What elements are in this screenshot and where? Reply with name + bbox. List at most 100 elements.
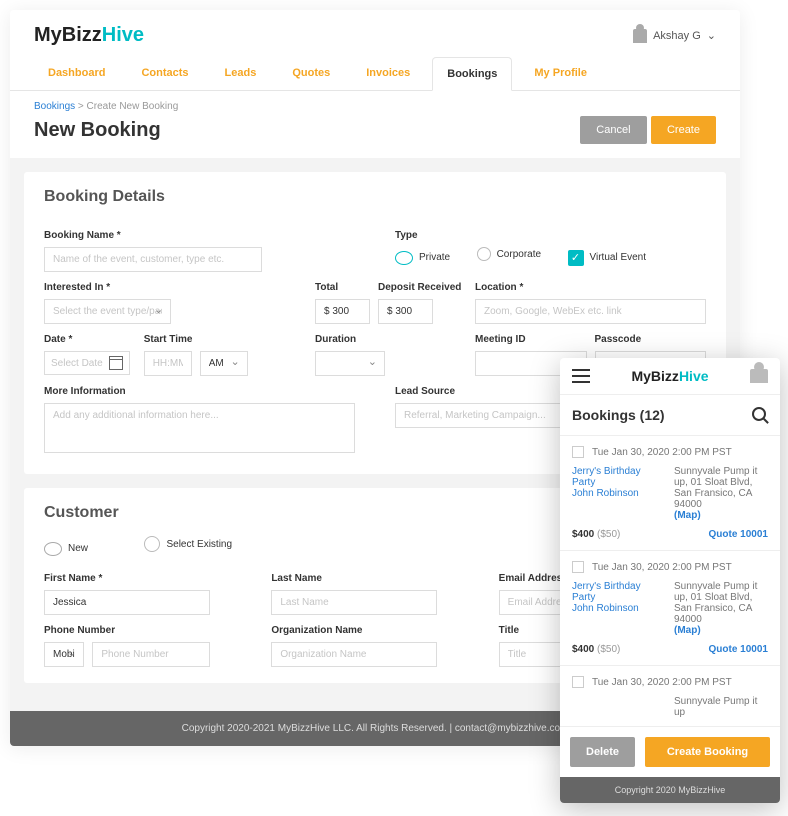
title-bar: New Booking Cancel Create [10,116,740,158]
tab-invoices[interactable]: Invoices [352,57,424,90]
phone-label: Phone Number [44,625,251,636]
mobile-page-title: Bookings (12) [572,407,665,423]
type-private-label: Private [419,252,450,263]
map-link[interactable]: (Map) [674,510,701,521]
last-name-label: Last Name [271,573,478,584]
mobile-actions: Delete Create Booking [560,726,780,777]
booking-date: Tue Jan 30, 2020 2:00 PM PST [592,447,732,458]
booking-date: Tue Jan 30, 2020 2:00 PM PST [592,562,732,573]
breadcrumb-root[interactable]: Bookings [34,101,75,112]
location-label: Location * [475,282,706,293]
booking-name-label: Booking Name * [44,230,355,241]
type-corporate-label: Corporate [497,249,541,260]
passcode-label: Passcode [595,334,707,345]
menu-icon[interactable] [572,369,590,383]
check-icon: ✓ [568,250,584,266]
booking-item[interactable]: Tue Jan 30, 2020 2:00 PM PST Jerry's Bir… [560,551,780,666]
date-label: Date * [44,334,130,345]
cancel-button[interactable]: Cancel [580,116,646,144]
first-name-input[interactable] [44,590,210,615]
org-input[interactable] [271,642,437,667]
search-icon[interactable] [752,407,768,423]
meeting-id-label: Meeting ID [475,334,587,345]
customer-existing[interactable]: Select Existing [144,536,232,552]
phone-type-select[interactable]: Mobile [44,642,84,667]
customer-new[interactable]: New [44,542,88,556]
user-icon[interactable] [750,369,768,383]
more-info-label: More Information [44,386,355,397]
checkbox[interactable] [572,676,584,688]
event-link[interactable]: Jerry's Birthday Party [572,581,666,603]
checkbox[interactable] [572,446,584,458]
tab-dashboard[interactable]: Dashboard [34,57,119,90]
bookings-list[interactable]: Tue Jan 30, 2020 2:00 PM PST Jerry's Bir… [560,436,780,726]
deposit-input[interactable] [378,299,433,324]
interested-select[interactable]: Select the event type/package [44,299,171,324]
mobile-header: MyBizzHive [560,358,780,395]
start-time-input[interactable] [144,351,192,376]
org-label: Organization Name [271,625,478,636]
price: $400 ($50) [572,644,620,655]
type-virtual-label: Virtual Event [590,252,647,263]
mobile-footer: Copyright 2020 MyBizzHive [560,777,780,803]
customer-existing-label: Select Existing [166,539,232,550]
quote-link[interactable]: Quote 10001 [709,644,768,655]
booking-name-input[interactable] [44,247,262,272]
page-title: New Booking [34,119,161,142]
user-name: Akshay G [653,30,701,42]
deposit-label: Deposit Received [378,282,461,293]
location-input[interactable] [475,299,706,324]
create-button[interactable]: Create [651,116,716,144]
tab-bookings[interactable]: Bookings [432,57,512,91]
logo-part-a: MyBizz [34,24,102,46]
breadcrumb-current: Create New Booking [87,101,179,112]
last-name-input[interactable] [271,590,437,615]
quote-link[interactable]: Quote 10001 [709,529,768,540]
price: $400 ($50) [572,529,620,540]
tab-contacts[interactable]: Contacts [127,57,202,90]
tab-quotes[interactable]: Quotes [278,57,344,90]
calendar-icon [109,356,123,370]
type-virtual[interactable]: ✓ Virtual Event [568,250,647,266]
address: Sunnyvale Pump it up [674,696,768,718]
ampm-select[interactable]: AM [200,351,248,376]
type-label: Type [395,230,706,241]
main-nav: Dashboard Contacts Leads Quotes Invoices… [10,57,740,91]
delete-button[interactable]: Delete [570,737,635,767]
duration-select[interactable] [315,351,385,376]
more-info-textarea[interactable] [44,403,355,453]
event-link[interactable]: Jerry's Birthday Party [572,466,666,488]
mobile-window: MyBizzHive Bookings (12) Tue Jan 30, 202… [560,358,780,803]
type-corporate[interactable]: Corporate [477,247,541,261]
phone-input[interactable] [92,642,209,667]
booking-item[interactable]: Tue Jan 30, 2020 2:00 PM PST Sunnyvale P… [560,666,780,726]
total-label: Total [315,282,370,293]
user-icon [633,29,647,43]
logo-part-b: Hive [102,24,144,46]
tab-leads[interactable]: Leads [211,57,271,90]
customer-new-label: New [68,543,88,554]
user-menu[interactable]: Akshay G ⌄ [633,29,716,43]
logo: MyBizzHive [34,24,144,47]
mobile-logo: MyBizzHive [631,368,708,384]
booking-date: Tue Jan 30, 2020 2:00 PM PST [592,677,732,688]
interested-label: Interested In * [44,282,275,293]
duration-label: Duration [315,334,435,345]
booking-item[interactable]: Tue Jan 30, 2020 2:00 PM PST Jerry's Bir… [560,436,780,551]
address: Sunnyvale Pump it up, 01 Sloat Blvd, San… [674,466,768,521]
map-link[interactable]: (Map) [674,625,701,636]
chevron-down-icon: ⌄ [707,29,716,42]
contact-link[interactable]: John Robinson [572,488,666,499]
breadcrumb-sep: > [78,101,84,112]
create-booking-button[interactable]: Create Booking [645,737,770,767]
type-private[interactable]: Private [395,251,450,265]
contact-link[interactable]: John Robinson [572,603,666,614]
tab-myprofile[interactable]: My Profile [520,57,601,90]
mobile-title-bar: Bookings (12) [560,395,780,436]
date-input[interactable]: Select Date [44,351,130,375]
breadcrumb: Bookings > Create New Booking [10,91,740,116]
section-heading: Booking Details [44,188,706,206]
total-input[interactable] [315,299,370,324]
address: Sunnyvale Pump it up, 01 Sloat Blvd, San… [674,581,768,636]
checkbox[interactable] [572,561,584,573]
